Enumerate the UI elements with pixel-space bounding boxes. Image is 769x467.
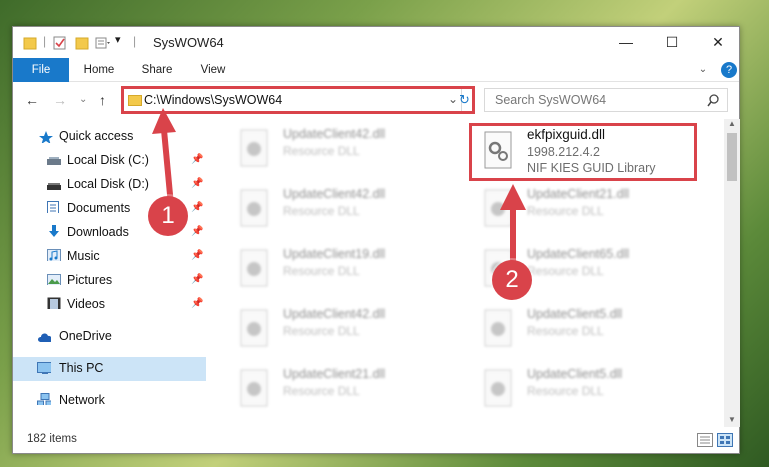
annotation-badge-1: 1 bbox=[148, 196, 188, 236]
arrow-1-head bbox=[152, 108, 176, 134]
arrow-2-head bbox=[500, 184, 526, 210]
annotation-arrows bbox=[152, 108, 526, 268]
annotation-badge-2: 2 bbox=[492, 260, 532, 300]
